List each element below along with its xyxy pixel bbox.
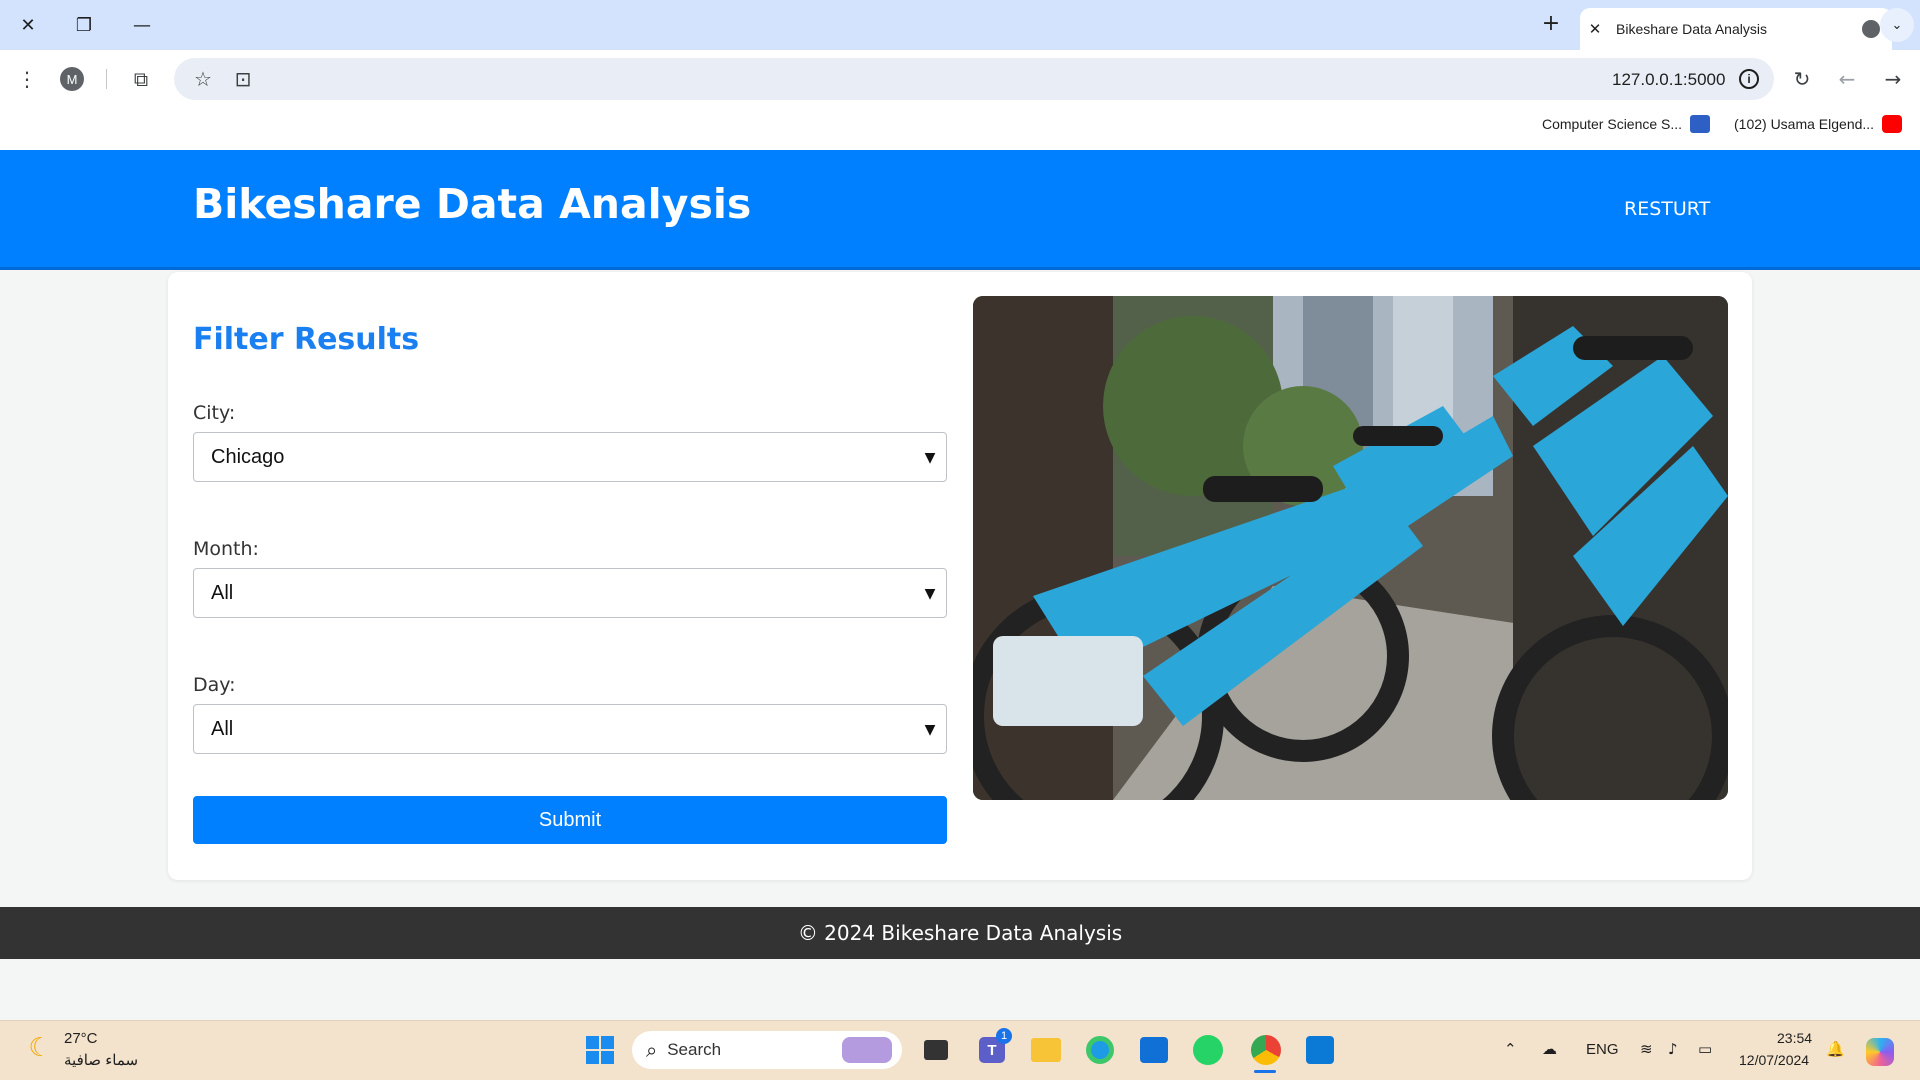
copilot-icon[interactable] xyxy=(1862,1034,1898,1070)
address-bar[interactable] xyxy=(174,58,1774,100)
month-select[interactable]: All ▼ xyxy=(193,568,947,618)
month-label: Month: xyxy=(193,538,259,560)
city-value: Chicago xyxy=(211,445,285,468)
lavender-highlight-icon xyxy=(842,1037,892,1063)
submit-button[interactable]: Submit xyxy=(193,796,947,844)
edge-icon[interactable] xyxy=(1082,1032,1118,1068)
bookmark-label: (102) Usama Elgend... xyxy=(1734,116,1875,132)
back-icon[interactable]: ← xyxy=(1830,62,1864,96)
clock-date[interactable]: 12/07/2024 xyxy=(1739,1052,1809,1068)
file-explorer-icon[interactable] xyxy=(1028,1032,1064,1068)
month-value: All xyxy=(211,581,234,604)
chevron-up-icon[interactable]: ⌃ xyxy=(1504,1040,1517,1058)
moon-weather-icon[interactable]: ☾ xyxy=(22,1030,58,1066)
tab-search-chevron-icon[interactable]: ⌄ xyxy=(1880,8,1914,42)
avatar[interactable]: M xyxy=(60,67,84,91)
windows-start-icon[interactable] xyxy=(582,1032,618,1068)
battery-icon[interactable]: ▭ xyxy=(1698,1040,1712,1058)
store-icon[interactable] xyxy=(1136,1032,1172,1068)
translate-icon[interactable]: ⊡ xyxy=(226,62,260,96)
weather-temp[interactable]: 27°C xyxy=(64,1030,98,1047)
chrome-icon[interactable] xyxy=(1248,1032,1284,1068)
volume-icon[interactable]: ♪ xyxy=(1668,1040,1678,1058)
browser-tab[interactable]: ✕ Bikeshare Data Analysis xyxy=(1580,8,1892,50)
day-label: Day: xyxy=(193,674,236,696)
weather-desc[interactable]: سماء صافية xyxy=(64,1051,138,1069)
site-footer: © 2024 Bikeshare Data Analysis xyxy=(0,907,1920,959)
extensions-icon[interactable]: ⧉ xyxy=(124,62,158,96)
search-placeholder: Search xyxy=(667,1040,722,1059)
teams-icon[interactable]: T 1 xyxy=(974,1028,1012,1068)
bookmark-item-1[interactable]: Computer Science S... xyxy=(1542,115,1711,133)
url-text[interactable]: 127.0.0.1:5000 xyxy=(1612,70,1725,90)
language-indicator[interactable]: ENG xyxy=(1586,1041,1619,1058)
cloud-offline-icon[interactable]: ☁ xyxy=(1542,1040,1557,1058)
translate-bookmark-icon xyxy=(1690,115,1711,133)
search-icon: ⌕ xyxy=(646,1038,658,1062)
clock-time[interactable]: 23:54 xyxy=(1777,1030,1812,1046)
chrome-active-indicator xyxy=(1254,1070,1276,1073)
forward-icon[interactable]: → xyxy=(1876,62,1910,96)
bookmark-item-2[interactable]: (102) Usama Elgend... xyxy=(1734,115,1903,133)
reload-icon[interactable]: ↻ xyxy=(1785,62,1819,96)
bike-photo-illustration xyxy=(973,296,1728,800)
chevron-down-icon: ▼ xyxy=(924,722,936,738)
page-title: Bikeshare Data Analysis xyxy=(193,180,752,228)
tab-title: Bikeshare Data Analysis xyxy=(1616,21,1767,37)
new-tab-button[interactable]: + xyxy=(1536,11,1566,39)
task-view-icon[interactable] xyxy=(918,1032,954,1068)
footer-text: © 2024 Bikeshare Data Analysis xyxy=(797,921,1123,945)
taskbar xyxy=(0,1020,1920,1080)
minimize-window-icon[interactable]: — xyxy=(124,10,160,40)
chevron-down-icon: ▼ xyxy=(924,586,936,602)
toolbar-divider xyxy=(106,69,107,89)
bookmark-label: Computer Science S... xyxy=(1542,116,1683,132)
city-select[interactable]: Chicago ▼ xyxy=(193,432,947,482)
tab-close-icon[interactable]: ✕ xyxy=(1580,20,1610,38)
kebab-menu-icon[interactable]: ⋮ xyxy=(10,62,44,96)
day-value: All xyxy=(211,717,234,740)
restore-window-icon[interactable]: ❐ xyxy=(66,10,102,40)
bike-station-photo xyxy=(973,296,1728,800)
youtube-icon xyxy=(1882,115,1903,133)
teams-badge: 1 xyxy=(996,1028,1012,1044)
close-window-icon[interactable]: ✕ xyxy=(10,10,46,40)
chevron-down-icon: ▼ xyxy=(924,450,936,466)
nav-link-resturt[interactable]: RESTURT xyxy=(1624,198,1710,220)
whatsapp-icon[interactable] xyxy=(1190,1032,1226,1068)
bookmark-star-icon[interactable]: ☆ xyxy=(186,62,220,96)
globe-icon xyxy=(1862,20,1880,38)
wifi-icon[interactable]: ≋ xyxy=(1640,1040,1653,1058)
site-info-icon[interactable]: i xyxy=(1739,69,1759,89)
notification-bell-icon[interactable]: 🔔 xyxy=(1826,1040,1845,1058)
taskbar-search[interactable]: ⌕ Search xyxy=(632,1031,902,1069)
day-select[interactable]: All ▼ xyxy=(193,704,947,754)
vscode-icon[interactable] xyxy=(1302,1032,1338,1068)
filter-title: Filter Results xyxy=(193,322,420,357)
city-label: City: xyxy=(193,402,236,424)
